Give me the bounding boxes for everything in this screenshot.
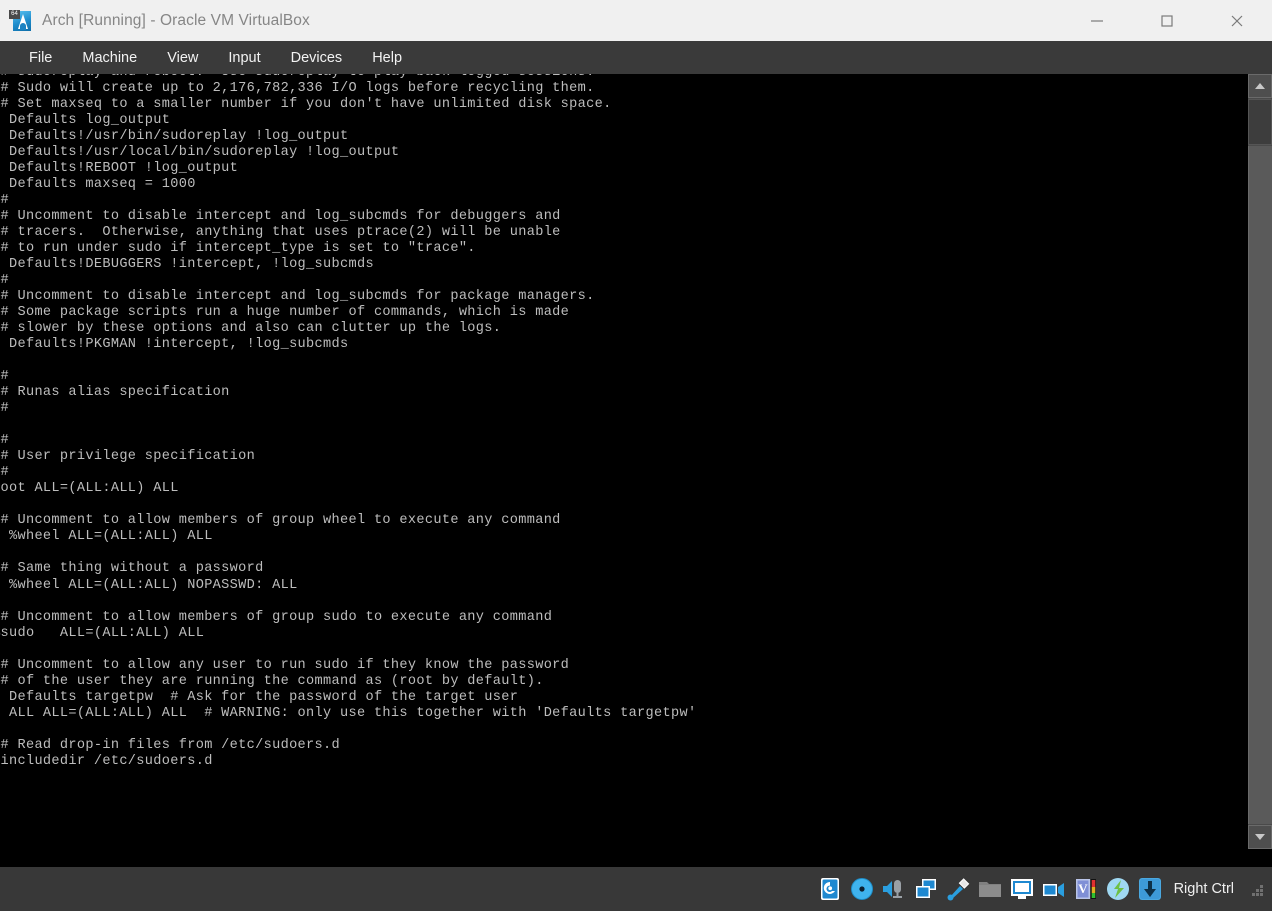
display-icon[interactable] (1009, 876, 1035, 902)
terminal-line: # %wheel ALL=(ALL:ALL) ALL (0, 529, 213, 545)
window-title-bar: 64 Arch [Running] - Oracle VM VirtualBox (0, 0, 1272, 41)
terminal-line: # Defaults log_output (0, 113, 171, 129)
terminal-line: ## (0, 465, 9, 481)
terminal-line: ## (0, 401, 9, 417)
shared-folders-icon[interactable] (977, 876, 1003, 902)
window-title: Arch [Running] - Oracle VM VirtualBox (42, 11, 310, 29)
terminal-line: # Defaults!/usr/local/bin/sudoreplay !lo… (0, 145, 400, 161)
close-button[interactable] (1202, 0, 1272, 41)
resize-grip[interactable] (1248, 881, 1264, 897)
vertical-scrollbar[interactable] (1248, 74, 1272, 849)
terminal-line: ## (0, 273, 9, 289)
terminal-line: ## (0, 369, 9, 385)
menu-item-machine[interactable]: Machine (67, 46, 152, 70)
terminal-line: ## Uncomment to allow any user to run su… (0, 657, 570, 673)
optical-disc-icon[interactable] (849, 876, 875, 902)
vm-cpu-icon[interactable]: V (1073, 876, 1099, 902)
menu-item-file[interactable]: File (14, 46, 67, 70)
terminal-line: ## slower by these options and also can … (0, 321, 502, 337)
host-key-label: Right Ctrl (1173, 881, 1234, 897)
terminal-line: # Defaults targetpw # Ask for the passwo… (0, 689, 519, 705)
status-icons: V (817, 876, 1163, 902)
virtualbox-arch-icon: 64 (9, 9, 31, 32)
terminal-line: ## of the user they are running the comm… (0, 673, 544, 689)
network-icon[interactable] (913, 876, 939, 902)
terminal-line: ## to run under sudo if intercept_type i… (0, 241, 476, 257)
terminal-line: # %wheel ALL=(ALL:ALL) NOPASSWD: ALL (0, 577, 298, 593)
vertical-scrollbar-thumb[interactable] (1248, 99, 1272, 145)
hard-disk-icon[interactable] (817, 876, 843, 902)
arch-64bit-badge: 64 (9, 9, 20, 19)
vertical-scrollbar-track[interactable] (1248, 146, 1272, 824)
terminal-line: ## Set maxseq to a smaller number if you… (0, 97, 612, 113)
maximize-button[interactable] (1132, 0, 1202, 41)
audio-icon[interactable] (881, 876, 907, 902)
terminal-line: ## (0, 433, 9, 449)
terminal-line: ## Sudo will create up to 2,176,782,336 … (0, 81, 595, 97)
video-capture-icon[interactable] (1041, 876, 1067, 902)
terminal-line: ## Uncomment to disable intercept and lo… (0, 289, 595, 305)
scroll-up-arrow-icon[interactable] (1248, 74, 1272, 98)
terminal-line: ## Same thing without a password (0, 561, 264, 577)
terminal-line: ## Uncomment to allow members of group s… (0, 609, 553, 625)
terminal-line: ## sudoreplay and reboot. Use sudoreplay… (0, 74, 696, 81)
terminal-line: # Defaults!DEBUGGERS !intercept, !log_su… (0, 257, 374, 273)
terminal-line: ## tracers. Otherwise, anything that use… (0, 225, 561, 241)
terminal-line: ## User privilege specification (0, 449, 256, 465)
terminal-display[interactable]: ## sudoreplay and reboot. Use sudoreplay… (0, 74, 1248, 849)
terminal-line: root ALL=(ALL:ALL) ALL (0, 481, 179, 497)
menu-item-view[interactable]: View (152, 46, 213, 70)
terminal-line: ## Some package scripts run a huge numbe… (0, 305, 570, 321)
host-key-icon[interactable] (1137, 876, 1163, 902)
terminal-line: ## Runas alias specification (0, 385, 230, 401)
minimize-button[interactable] (1062, 0, 1132, 41)
terminal-line: # Defaults maxseq = 1000 (0, 177, 196, 193)
terminal-line: # Defaults!PKGMAN !intercept, !log_subcm… (0, 337, 349, 353)
terminal-line: # ALL ALL=(ALL:ALL) ALL # WARNING: only … (0, 705, 697, 721)
scroll-down-arrow-icon[interactable] (1248, 825, 1272, 849)
terminal-line: %sudo ALL=(ALL:ALL) ALL (0, 625, 205, 641)
terminal-line: @includedir /etc/sudoers.d (0, 753, 213, 769)
terminal-line: # Defaults!REBOOT !log_output (0, 161, 239, 177)
terminal-line: # Defaults!/usr/bin/sudoreplay !log_outp… (0, 129, 349, 145)
terminal-line: ## Uncomment to disable intercept and lo… (0, 209, 561, 225)
vm-screen[interactable]: ## sudoreplay and reboot. Use sudoreplay… (0, 74, 1272, 911)
mouse-integration-icon[interactable] (1105, 876, 1131, 902)
terminal-line: ## (0, 193, 9, 209)
terminal-line: ## Uncomment to allow members of group w… (0, 513, 561, 529)
menu-bar: File Machine View Input Devices Help (0, 41, 1272, 74)
terminal-line: ## Read drop-in files from /etc/sudoers.… (0, 737, 340, 753)
menu-item-help[interactable]: Help (357, 46, 417, 70)
virtualbox-status-bar: V Right Ctrl (0, 867, 1272, 911)
menu-item-input[interactable]: Input (213, 46, 275, 70)
usb-icon[interactable] (945, 876, 971, 902)
menu-item-devices[interactable]: Devices (276, 46, 358, 70)
svg-text:V: V (1078, 881, 1088, 896)
window-controls (1062, 0, 1272, 41)
sudoers-file-content: ## sudoreplay and reboot. Use sudoreplay… (0, 74, 696, 770)
